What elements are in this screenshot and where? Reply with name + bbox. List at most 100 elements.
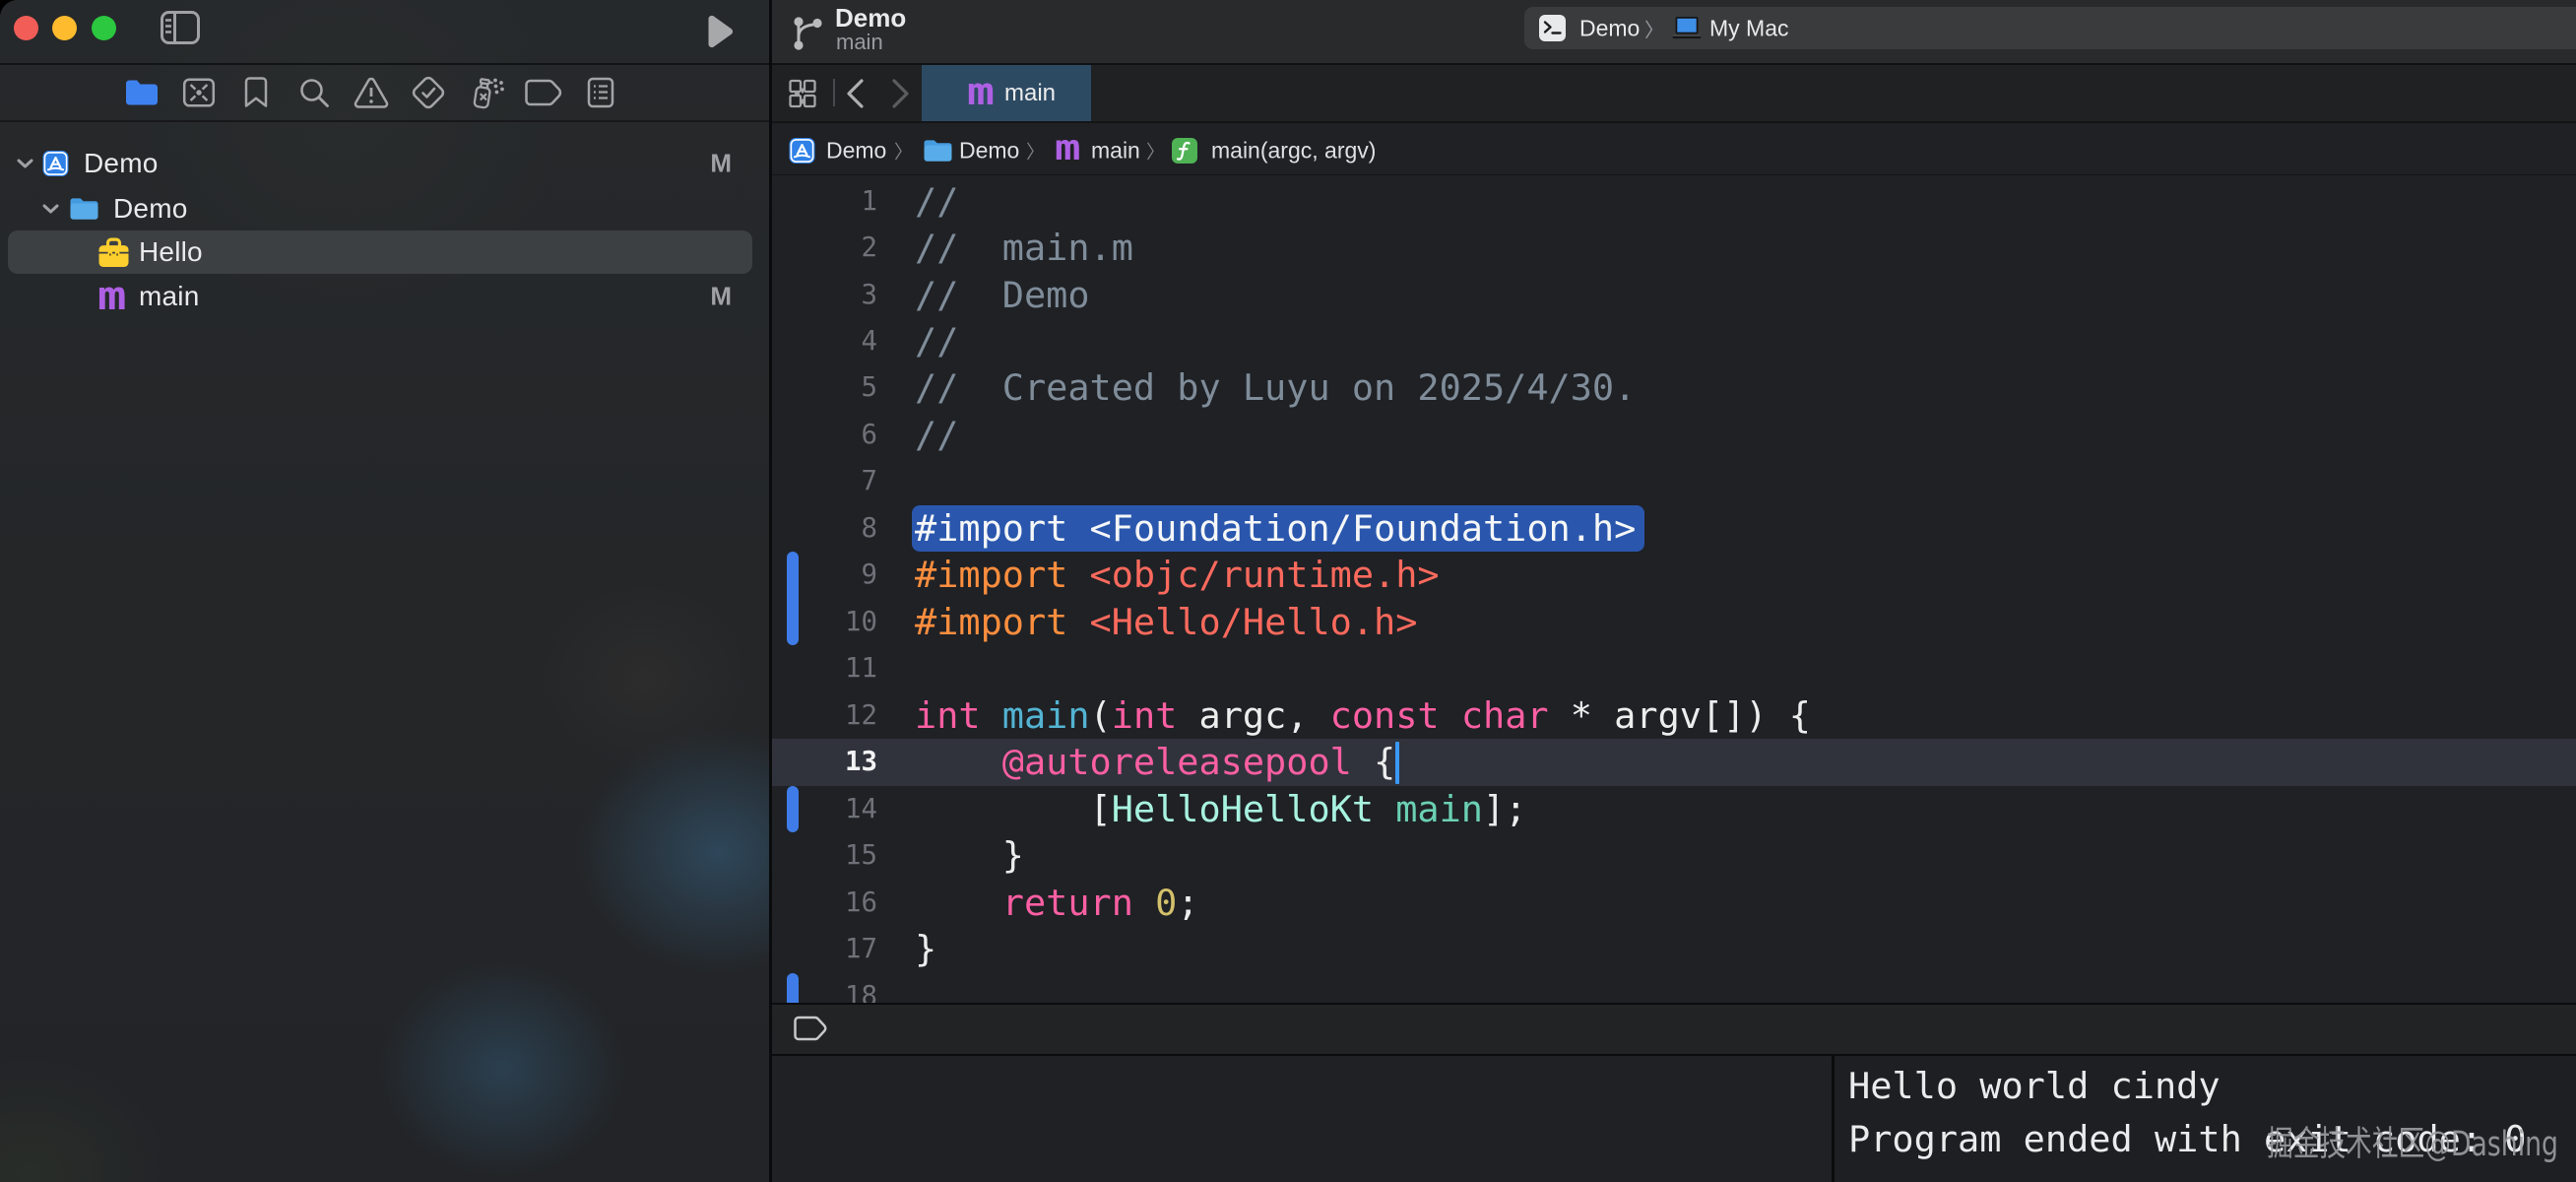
run-button[interactable] bbox=[705, 14, 735, 49]
divider bbox=[833, 79, 835, 106]
code-line-17: } bbox=[915, 926, 936, 972]
debug-area: Hello world cindy Program ended with exi… bbox=[772, 1054, 2576, 1182]
watermark-text: 掘金技术社区@Dashing bbox=[2267, 1116, 2558, 1166]
tree-item-label: Demo bbox=[113, 193, 188, 225]
minimize-button[interactable] bbox=[52, 16, 77, 40]
line-number: 17 bbox=[772, 926, 877, 972]
toolbar: Demo main Demo 〉 My Mac bbox=[772, 0, 2576, 63]
chevron-down-icon[interactable] bbox=[42, 204, 59, 215]
tree-item-label: Hello bbox=[139, 236, 203, 268]
line-number: 2 bbox=[772, 225, 877, 271]
console-output[interactable]: Hello world cindy Program ended with exi… bbox=[1835, 1056, 2576, 1182]
status-badge: M bbox=[710, 149, 732, 179]
tree-item-demo-0[interactable]: Demo M bbox=[0, 142, 769, 185]
close-button[interactable] bbox=[14, 16, 38, 40]
folder-icon bbox=[69, 197, 99, 222]
line-number: 14 bbox=[772, 786, 877, 832]
objc-file-icon: m bbox=[1055, 128, 1080, 168]
line-number: 15 bbox=[772, 832, 877, 879]
code-line-16: return 0; bbox=[915, 880, 1199, 926]
tree-item-label: main bbox=[139, 281, 200, 312]
code-line-10: #import <Hello/Hello.h> bbox=[915, 599, 1417, 645]
navigator-sidebar: Demo M Demo Hellommain M bbox=[0, 0, 769, 1182]
code-line-8: #import <Foundation/Foundation.h> bbox=[915, 505, 1636, 552]
chevron-right-icon: 〉 bbox=[1644, 14, 1664, 42]
tab-label: main bbox=[1004, 80, 1056, 107]
code-line-3: // Demo bbox=[915, 272, 1090, 318]
project-tree: Demo M Demo Hellommain M bbox=[0, 122, 769, 516]
code-line-14: [HelloHelloKt main]; bbox=[915, 786, 1526, 832]
toggle-sidebar-icon[interactable] bbox=[161, 11, 200, 44]
code-line-13: @autoreleasepool { bbox=[915, 739, 1395, 785]
xcode-window: DemoMDemoHellommainM Demo main Demo 〉 My… bbox=[0, 0, 2576, 1182]
line-number: 10 bbox=[772, 599, 877, 645]
text-cursor bbox=[1395, 742, 1399, 784]
tree-item-hello-2[interactable]: Hello bbox=[0, 230, 769, 274]
chevron-down-icon[interactable] bbox=[17, 159, 33, 169]
breadcrumb: Demo〉Demo〉mmain〉main(argc, argv) bbox=[772, 123, 2576, 174]
go-forward-icon[interactable] bbox=[888, 78, 914, 109]
code-line-4: // bbox=[915, 318, 958, 364]
tab-main[interactable]: m main bbox=[922, 65, 1091, 121]
code-line-12: int main(int argc, const char * argv[]) … bbox=[915, 692, 1811, 739]
code-line-6: // bbox=[915, 412, 958, 458]
editor-column: Demo main Demo 〉 My Mac m main Demo〉Demo… bbox=[772, 0, 2576, 1182]
chevron-right-icon: 〉 bbox=[1026, 138, 1045, 164]
code-editor[interactable]: 1//2// main.m3// Demo4//5// Created by L… bbox=[772, 175, 2576, 1003]
objc-file-icon: m bbox=[97, 274, 126, 319]
scheme-target-name[interactable]: Demo bbox=[1579, 15, 1640, 41]
reports-icon[interactable] bbox=[587, 77, 614, 108]
line-number: 16 bbox=[772, 880, 877, 926]
tree-item-main-3[interactable]: mmain M bbox=[0, 275, 769, 318]
line-number: 9 bbox=[772, 552, 877, 598]
chevron-right-icon: 〉 bbox=[894, 138, 913, 164]
line-number: 12 bbox=[772, 692, 877, 739]
folder-icon bbox=[923, 139, 953, 164]
line-number: 1 bbox=[772, 178, 877, 225]
app-icon bbox=[42, 151, 69, 177]
scheme-selector[interactable]: Demo 〉 My Mac bbox=[1524, 7, 2576, 49]
line-number: 11 bbox=[772, 645, 877, 691]
line-number: 18 bbox=[772, 973, 877, 1003]
find-icon[interactable] bbox=[298, 77, 330, 108]
tree-item-label: Demo bbox=[84, 148, 159, 179]
navigator-tab-icons bbox=[0, 65, 769, 120]
function-icon bbox=[1172, 138, 1197, 164]
toolbar-branch-name: main bbox=[836, 30, 883, 55]
bookmarks-icon[interactable] bbox=[243, 77, 269, 108]
source-control-icon[interactable] bbox=[182, 77, 216, 108]
debug-gauge-icon[interactable] bbox=[468, 75, 505, 110]
zoom-button[interactable] bbox=[92, 16, 116, 40]
debug-bar bbox=[772, 1003, 2576, 1054]
tab-bar: m main bbox=[772, 65, 2576, 121]
tree-item-demo-1[interactable]: Demo bbox=[0, 187, 769, 230]
variables-view[interactable] bbox=[772, 1056, 1832, 1182]
code-line-1: // bbox=[915, 178, 958, 225]
code-line-15: } bbox=[915, 832, 1024, 879]
issues-icon[interactable] bbox=[354, 77, 389, 108]
line-number: 13 bbox=[772, 739, 877, 785]
breakpoints-icon[interactable] bbox=[525, 79, 562, 106]
line-number: 6 bbox=[772, 412, 877, 458]
breadcrumb-label: Demo bbox=[826, 138, 886, 164]
objc-file-icon: m bbox=[967, 70, 995, 113]
line-number: 4 bbox=[772, 318, 877, 364]
framework-icon bbox=[97, 237, 130, 268]
editor-layout-grid-icon[interactable] bbox=[789, 79, 816, 108]
project-navigator-icon[interactable] bbox=[124, 78, 160, 107]
go-back-icon[interactable] bbox=[842, 78, 868, 109]
breadcrumb-label: main bbox=[1091, 138, 1140, 164]
status-badge: M bbox=[710, 281, 732, 311]
code-line-9: #import <objc/runtime.h> bbox=[915, 552, 1440, 598]
breakpoint-tag-icon[interactable] bbox=[794, 1016, 827, 1041]
app-icon bbox=[789, 138, 815, 164]
code-line-2: // main.m bbox=[915, 225, 1133, 271]
run-destination-name[interactable]: My Mac bbox=[1709, 15, 1789, 41]
line-number: 3 bbox=[772, 272, 877, 318]
line-number: 5 bbox=[772, 364, 877, 411]
chevron-right-icon: 〉 bbox=[1146, 138, 1165, 164]
run-destination-icon bbox=[1672, 16, 1702, 41]
scheme-target-icon bbox=[1539, 15, 1566, 41]
line-number: 8 bbox=[772, 505, 877, 552]
tests-icon[interactable] bbox=[412, 76, 445, 109]
